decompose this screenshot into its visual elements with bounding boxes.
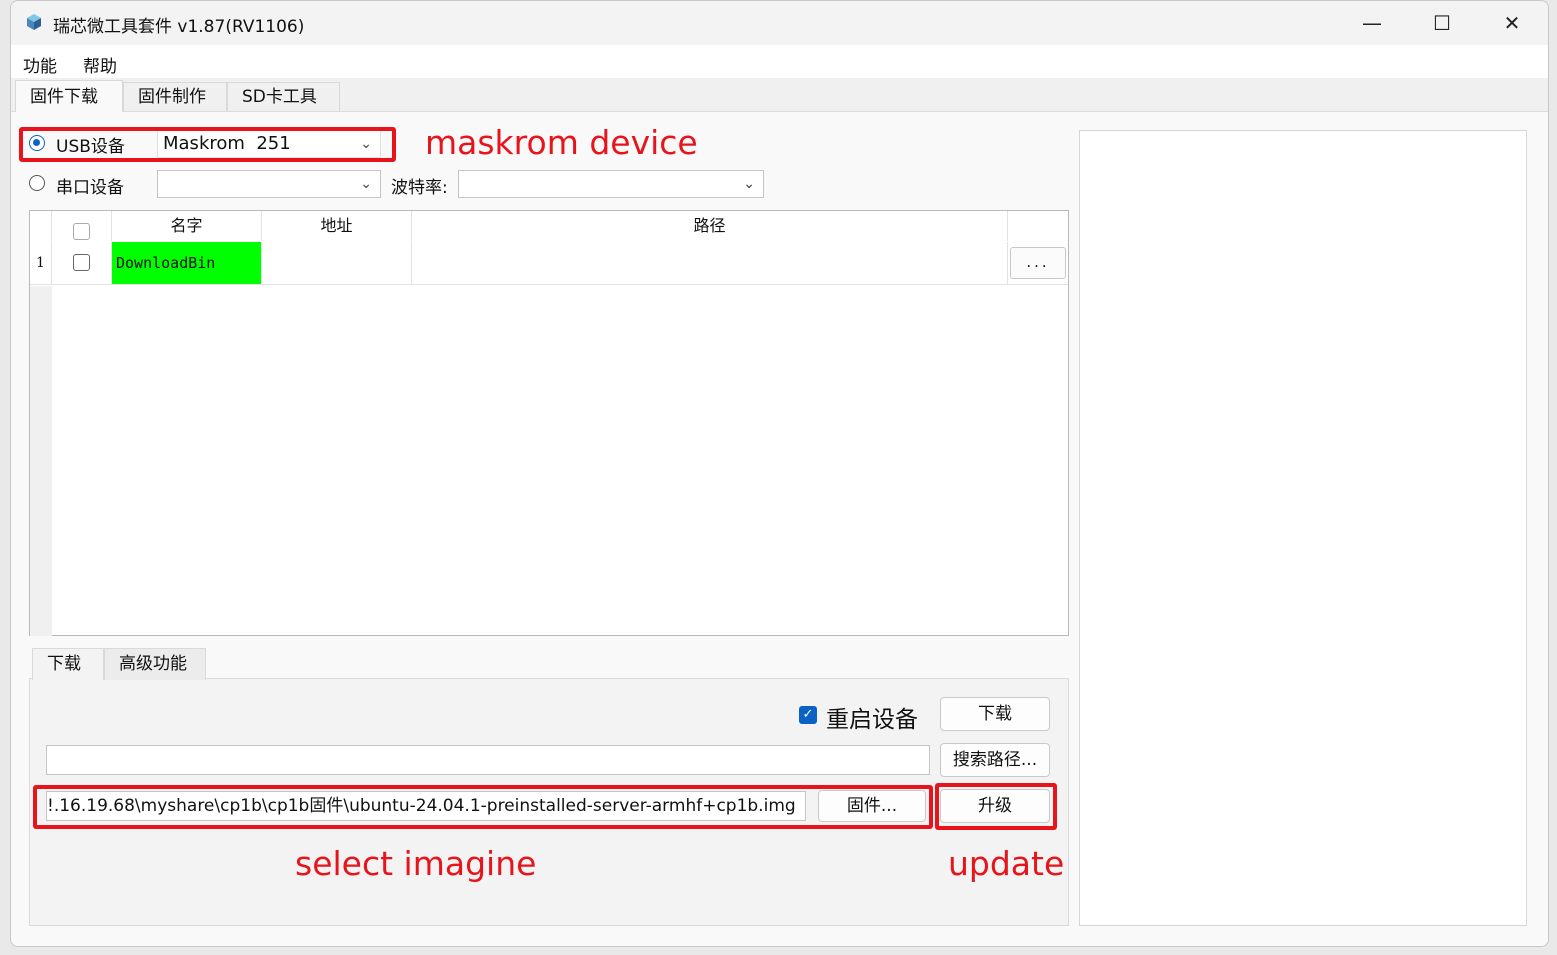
close-button[interactable]: ✕ — [1489, 7, 1535, 39]
lower-panel: 下载 高级功能 ✓ 重启设备 下载 搜索路径... !.16.19.68\mys… — [29, 648, 1069, 926]
table-row-gutter — [30, 286, 52, 636]
menu-help[interactable]: 帮助 — [83, 52, 117, 77]
chevron-down-icon: ⌄ — [743, 176, 755, 192]
main-tab-bar: 固件下载 固件制作 SD卡工具 — [11, 78, 1548, 112]
tab-firmware-make[interactable]: 固件制作 — [123, 82, 227, 111]
annotation-select-imagine: select imagine — [295, 844, 537, 883]
menu-bar: 功能 帮助 — [11, 45, 1548, 78]
minimize-button[interactable]: — — [1349, 7, 1395, 39]
reboot-checkbox[interactable]: ✓ — [799, 706, 817, 724]
tab-advanced[interactable]: 高级功能 — [104, 648, 206, 680]
menu-function[interactable]: 功能 — [23, 52, 57, 77]
serial-device-label: 串口设备 — [56, 178, 124, 198]
app-logo-icon — [27, 14, 41, 30]
serial-device-radio[interactable] — [29, 175, 45, 191]
table-header-index — [30, 211, 52, 241]
browse-button[interactable]: ... — [1010, 247, 1066, 279]
table-header-name: 名字 — [112, 211, 262, 241]
table-header-path: 路径 — [412, 211, 1008, 241]
table-header-check — [52, 211, 112, 241]
table-row-path[interactable] — [412, 242, 1008, 285]
chevron-down-icon: ⌄ — [360, 176, 372, 192]
partition-table: 名字 地址 路径 1 DownloadBin ... — [29, 210, 1069, 636]
annotation-update: update — [948, 844, 1065, 883]
annotation-maskrom-device: maskrom device — [425, 123, 698, 162]
select-all-checkbox[interactable] — [73, 223, 90, 240]
table-row-check-cell — [52, 242, 112, 285]
log-panel — [1079, 130, 1527, 926]
reboot-label: 重启设备 — [826, 707, 918, 733]
window-title: 瑞芯微工具套件 v1.87(RV1106) — [53, 17, 305, 37]
table-row-index: 1 — [30, 242, 52, 285]
baud-rate-label: 波特率: — [391, 178, 448, 198]
maximize-button[interactable]: ☐ — [1419, 7, 1465, 39]
table-row-name[interactable]: DownloadBin — [112, 242, 262, 285]
download-button[interactable]: 下载 — [940, 697, 1050, 731]
title-bar: 瑞芯微工具套件 v1.87(RV1106) — ☐ ✕ — [11, 1, 1548, 45]
content-area: USB设备 Maskrom 251 ⌄ maskrom device 串口设备 … — [11, 112, 1548, 946]
table-row-address[interactable] — [262, 242, 412, 285]
baud-rate-select[interactable]: ⌄ — [458, 170, 764, 198]
row-checkbox[interactable] — [73, 254, 90, 271]
annotation-box-update — [935, 783, 1057, 830]
serial-device-select[interactable]: ⌄ — [157, 170, 381, 198]
tab-firmware-download[interactable]: 固件下载 — [15, 80, 123, 112]
annotation-box-maskrom — [19, 127, 396, 162]
search-path-input[interactable] — [46, 745, 930, 775]
table-header-browse — [1008, 211, 1068, 241]
app-window: 瑞芯微工具套件 v1.87(RV1106) — ☐ ✕ 功能 帮助 固件下载 固… — [10, 0, 1549, 947]
annotation-box-select-image — [33, 785, 933, 829]
tab-sd-tool[interactable]: SD卡工具 — [227, 82, 340, 111]
table-header-address: 地址 — [262, 211, 412, 241]
search-path-button[interactable]: 搜索路径... — [940, 743, 1050, 777]
tab-download[interactable]: 下载 — [32, 648, 104, 680]
